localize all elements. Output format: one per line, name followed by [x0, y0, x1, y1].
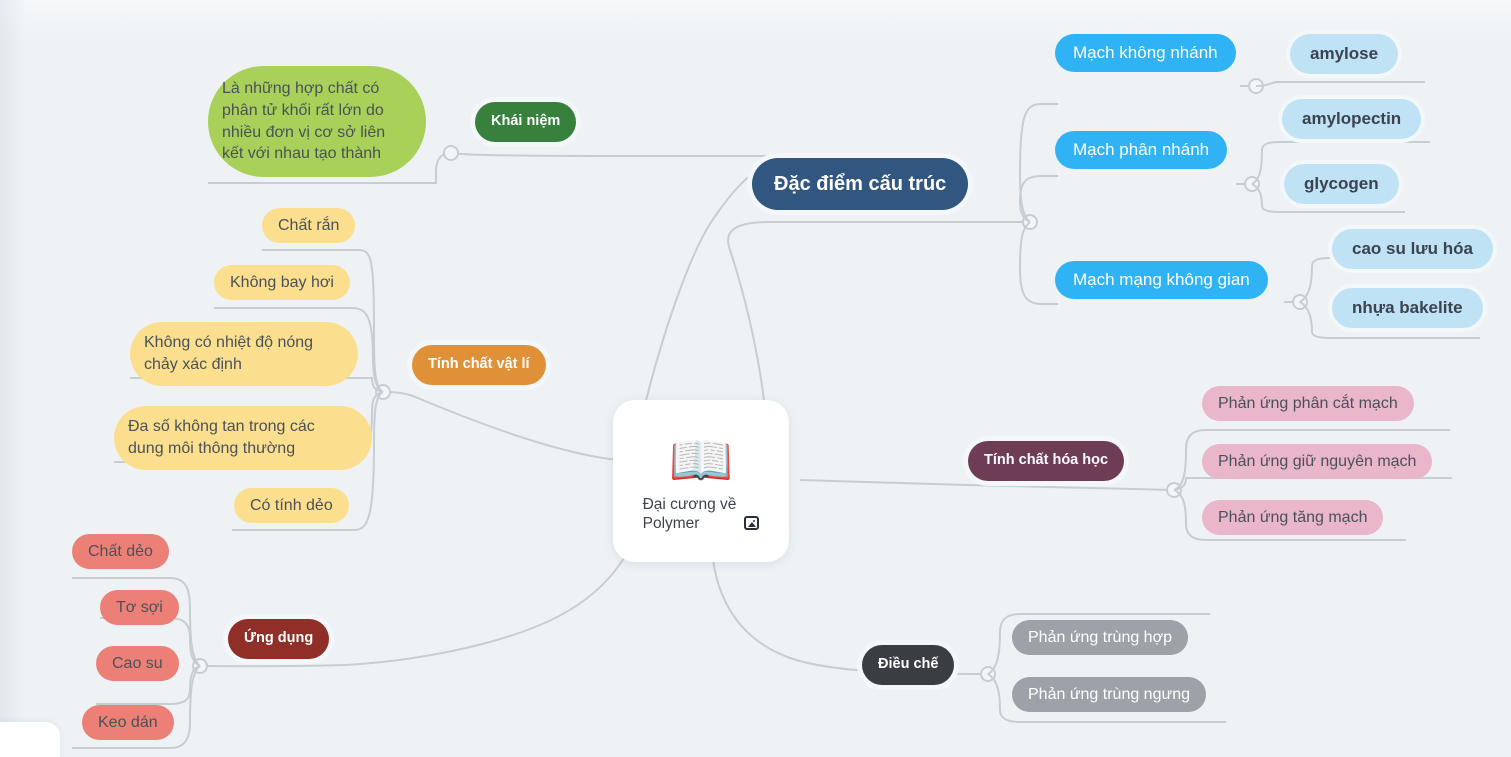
leaf-glycogen[interactable]: glycogen: [1284, 164, 1399, 205]
mindmap-canvas[interactable]: 📖 Đại cương về Polymer Khái niệm Là nhữn…: [0, 0, 1511, 757]
leaf-hoa-hoc-1[interactable]: Phản ứng giữ nguyên mạch: [1202, 444, 1433, 480]
leaf-label: amylose: [1310, 44, 1379, 63]
leaf-label: amylopectin: [1302, 109, 1402, 128]
leaf-vat-li-2[interactable]: Không có nhiệt độ nóng chảy xác định: [130, 322, 358, 386]
leaf-label: Có tính dẻo: [250, 497, 333, 514]
leaf-cau-truc-1[interactable]: Mạch phân nhánh: [1055, 131, 1228, 170]
branch-label: Khái niệm: [491, 113, 561, 130]
leaf-ung-dung-0[interactable]: Chất dẻo: [72, 534, 169, 570]
leaf-label: Mạch không nhánh: [1073, 43, 1218, 62]
leaf-label: Mạch mạng không gian: [1073, 270, 1250, 289]
leaf-label: nhựa bakelite: [1352, 298, 1463, 317]
leaf-dieu-che-0[interactable]: Phản ứng trùng hợp: [1012, 620, 1188, 656]
leaf-ung-dung-3[interactable]: Keo dán: [82, 705, 174, 741]
leaf-dieu-che-1[interactable]: Phản ứng trùng ngưng: [1012, 677, 1206, 713]
leaf-vat-li-1[interactable]: Không bay hơi: [214, 265, 350, 301]
leaf-vat-li-3[interactable]: Đa số không tan trong các dung môi thông…: [114, 406, 372, 470]
leaf-amylose[interactable]: amylose: [1290, 34, 1399, 75]
branch-tinh-chat-vat-li[interactable]: Tính chất vật lí: [412, 345, 546, 385]
branch-khai-niem[interactable]: Khái niệm: [475, 102, 577, 142]
branch-ung-dung[interactable]: Ứng dụng: [228, 619, 330, 659]
leaf-label: Không bay hơi: [230, 274, 334, 291]
leaf-ung-dung-1[interactable]: Tơ sợi: [100, 590, 179, 626]
branch-dac-diem-cau-truc[interactable]: Đặc điểm cấu trúc: [752, 158, 969, 210]
leaf-ung-dung-2[interactable]: Cao su: [96, 646, 179, 682]
leaf-label: Đa số không tan trong các dung môi thông…: [128, 418, 315, 457]
leaf-label: Phản ứng tăng mạch: [1218, 509, 1368, 526]
root-node[interactable]: 📖 Đại cương về Polymer: [613, 400, 789, 562]
leaf-cau-truc-0[interactable]: Mạch không nhánh: [1055, 34, 1236, 73]
left-edge-shade: [0, 0, 26, 757]
branch-dieu-che[interactable]: Điều chế: [862, 645, 955, 685]
branch-tinh-chat-hoa-hoc[interactable]: Tính chất hóa học: [968, 441, 1125, 481]
leaf-hoa-hoc-2[interactable]: Phản ứng tăng mạch: [1202, 500, 1384, 536]
leaf-label: Không có nhiệt độ nóng chảy xác định: [144, 334, 314, 373]
leaf-label: Phản ứng phân cắt mạch: [1218, 395, 1398, 412]
image-icon[interactable]: [744, 516, 760, 531]
leaf-label: Phản ứng trùng ngưng: [1028, 686, 1190, 703]
leaf-label: Là những hợp chất có phân tử khối rất lớ…: [222, 80, 386, 163]
leaf-label: Phản ứng giữ nguyên mạch: [1218, 453, 1417, 470]
leaf-label: Cao su: [112, 655, 163, 672]
leaf-label: cao su lưu hóa: [1352, 239, 1473, 258]
leaf-label: Tơ sợi: [116, 599, 163, 616]
leaf-hoa-hoc-0[interactable]: Phản ứng phân cắt mạch: [1202, 386, 1414, 422]
leaf-label: Chất rắn: [278, 217, 340, 234]
leaf-amylopectin[interactable]: amylopectin: [1282, 99, 1422, 140]
leaf-label: Chất dẻo: [88, 543, 153, 560]
leaf-vat-li-4[interactable]: Có tính dẻo: [234, 488, 349, 524]
branch-label: Ứng dụng: [244, 630, 314, 647]
root-node-label: Đại cương về Polymer: [642, 495, 737, 532]
branch-label: Điều chế: [878, 656, 939, 673]
bottom-left-panel[interactable]: [0, 722, 60, 757]
branch-label: Đặc điểm cấu trúc: [774, 172, 947, 195]
leaf-khai-niem-0[interactable]: Là những hợp chất có phân tử khối rất lớ…: [208, 66, 426, 177]
leaf-nhua-bakelite[interactable]: nhựa bakelite: [1332, 288, 1483, 329]
leaf-label: Mạch phân nhánh: [1073, 140, 1210, 159]
branch-label: Tính chất hóa học: [984, 452, 1109, 469]
leaf-cau-truc-2[interactable]: Mạch mạng không gian: [1055, 261, 1268, 300]
open-book-icon: 📖: [668, 431, 734, 490]
branch-label: Tính chất vật lí: [428, 356, 530, 373]
leaf-label: Keo dán: [98, 714, 158, 731]
background-texture-band: [0, 0, 1511, 46]
leaf-label: glycogen: [1304, 174, 1379, 193]
leaf-vat-li-0[interactable]: Chất rắn: [262, 208, 356, 244]
leaf-cao-su-luu-hoa[interactable]: cao su lưu hóa: [1332, 229, 1493, 270]
leaf-label: Phản ứng trùng hợp: [1028, 629, 1172, 646]
